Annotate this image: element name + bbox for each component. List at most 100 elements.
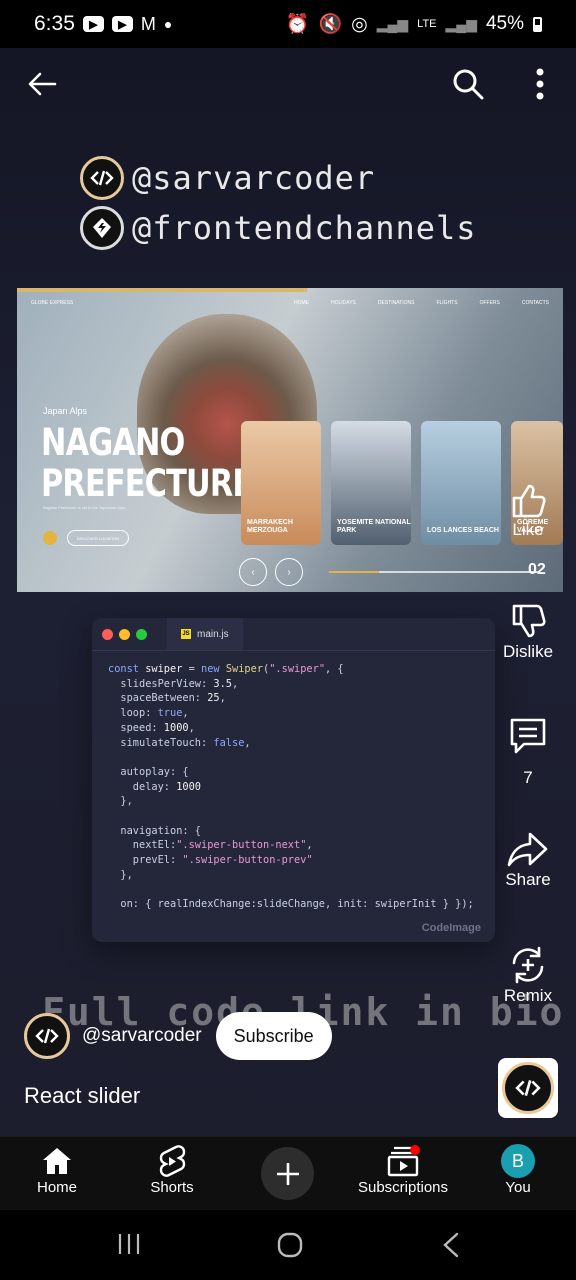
status-time: 6:35 [34, 12, 75, 35]
more-options-button[interactable] [518, 62, 562, 106]
recent-apps-icon [118, 1234, 140, 1254]
preview-title-line: PREFECTURE [41, 462, 253, 505]
preview-card: YOSEMITE NATIONAL PARK [331, 421, 411, 545]
subscribe-button[interactable]: Subscribe [215, 1012, 332, 1060]
preview-tag: Japan Alps [43, 406, 88, 416]
home-system-button[interactable] [277, 1232, 303, 1263]
progress-accent [17, 288, 307, 292]
preview-nav-link: OFFERS [479, 300, 500, 306]
gmail-icon: M [140, 13, 156, 34]
codeimage-watermark: CodeImage [421, 922, 481, 934]
channel-logo-icon [35, 1028, 59, 1044]
search-button[interactable] [446, 62, 490, 106]
preview-nav-link: DESTINATIONS [377, 300, 415, 306]
channel-logo-icon [80, 156, 124, 200]
slider-progress [329, 571, 539, 573]
nav-shorts[interactable]: Shorts [117, 1143, 227, 1196]
video-title[interactable]: React slider [24, 1083, 140, 1109]
close-dot-icon [102, 628, 113, 640]
battery-text: 45% [485, 13, 524, 34]
channel-name[interactable]: @sarvarcoder [82, 1025, 202, 1047]
system-navigation-bar [0, 1210, 576, 1280]
minimize-dot-icon [119, 628, 130, 640]
more-notifications-icon: ● [163, 16, 173, 32]
preview-nav-links: HOME HOLIDAYS DESTINATIONS FLIGHTS OFFER… [294, 300, 549, 306]
channel-avatar[interactable] [24, 1013, 70, 1059]
home-circle-icon [277, 1232, 303, 1258]
handle-text: @frontendchannels [132, 209, 477, 247]
share-icon [492, 830, 564, 870]
more-vert-icon [536, 68, 544, 100]
remix-label: Remix [503, 986, 553, 1005]
chevron-left-icon: ‹ [239, 558, 267, 586]
code-block: const swiper = new Swiper(".swiper", { s… [108, 663, 474, 911]
comment-count: 7 [523, 768, 533, 787]
video-handles: @sarvarcoder @frontendchannels [80, 156, 477, 256]
back-system-button[interactable] [442, 1232, 460, 1263]
hotspot-icon: ◎ [351, 13, 368, 35]
preview-title: NAGANO PREFECTURE [41, 421, 253, 505]
you-avatar-initial: B [501, 1144, 535, 1178]
thumbs-down-icon [492, 602, 564, 642]
create-button[interactable] [261, 1147, 314, 1200]
like-button[interactable]: Like [492, 480, 564, 540]
handle-row: @frontendchannels [80, 206, 477, 250]
alarm-icon: ⏰ [285, 14, 310, 35]
nav-home-label: Home [36, 1179, 77, 1196]
maximize-dot-icon [136, 628, 147, 640]
back-button[interactable] [20, 62, 64, 106]
file-name: main.js [197, 628, 229, 640]
preview-nav: GLOBE EXPRESS HOME HOLIDAYS DESTINATIONS… [31, 300, 549, 306]
share-label: Share [505, 870, 551, 889]
javascript-file-icon: JS [181, 629, 191, 639]
shorts-icon [117, 1143, 227, 1179]
status-bar: 6:35 ▶ ▶ M ● ⏰ 🔇 ◎ ▂▄▆ LTE ▂▄▆ 45% [0, 0, 576, 48]
dislike-label: Dislike [502, 642, 554, 661]
frontend-logo-icon [80, 206, 124, 250]
chevron-right-icon: › [275, 558, 303, 586]
recent-apps-button[interactable] [117, 1232, 141, 1261]
signal-icon: ▂▄▆ [376, 15, 409, 32]
home-icon [2, 1143, 112, 1179]
chevron-left-icon [443, 1232, 459, 1258]
lte-label: LTE [417, 18, 437, 30]
nav-you-label: You [505, 1179, 531, 1196]
nav-home[interactable]: Home [2, 1143, 112, 1196]
handle-row: @sarvarcoder [80, 156, 477, 200]
code-snippet-window: JS main.js const swiper = new Swiper(".s… [92, 618, 495, 942]
thumbs-up-icon [492, 480, 564, 520]
preview-buttons: DISCOVER LOCATION [43, 530, 129, 546]
preview-card-label: YOSEMITE NATIONAL PARK [337, 519, 411, 534]
you-avatar: B [463, 1143, 573, 1179]
website-preview: GLOBE EXPRESS HOME HOLIDAYS DESTINATIONS… [17, 288, 563, 592]
preview-description: Nagano Prefecture is set in the Japanese… [43, 505, 129, 510]
share-button[interactable]: Share [492, 830, 564, 890]
battery-icon [533, 16, 542, 32]
notification-icon: ▶ [82, 16, 104, 32]
bookmark-dot-icon [43, 531, 57, 545]
preview-nav-link: FLIGHTS [436, 300, 458, 306]
top-bar [0, 52, 576, 114]
arrow-left-icon [28, 72, 57, 96]
preview-card: MARRAKECH MERZOUGA [241, 421, 321, 545]
remix-button[interactable]: Remix [492, 944, 564, 1006]
comments-button[interactable]: 7 [492, 716, 564, 788]
dislike-button[interactable]: Dislike [492, 602, 564, 662]
preview-brand: GLOBE EXPRESS [31, 300, 74, 306]
nav-shorts-label: Shorts [150, 1179, 194, 1196]
preview-title-line: NAGANO [41, 421, 185, 464]
youtube-notification-icon: ▶ [111, 16, 133, 32]
preview-card-label: MARRAKECH MERZOUGA [247, 519, 293, 534]
channel-row: @sarvarcoder Subscribe [24, 1012, 332, 1060]
like-label: Like [512, 520, 544, 539]
sound-thumbnail-button[interactable] [498, 1058, 558, 1118]
preview-slider-nav: ‹ › [239, 558, 539, 586]
preview-discover-button: DISCOVER LOCATION [67, 530, 129, 546]
handle-text: @sarvarcoder [132, 159, 376, 197]
nav-subscriptions[interactable]: Subscriptions [348, 1143, 458, 1196]
slide-counter: 02 [528, 561, 546, 578]
search-icon [453, 69, 484, 100]
signal-icon-2: ▂▄▆ [445, 15, 477, 32]
preview-card: LOS LANCES BEACH [421, 421, 501, 545]
nav-you[interactable]: B You [463, 1143, 573, 1196]
